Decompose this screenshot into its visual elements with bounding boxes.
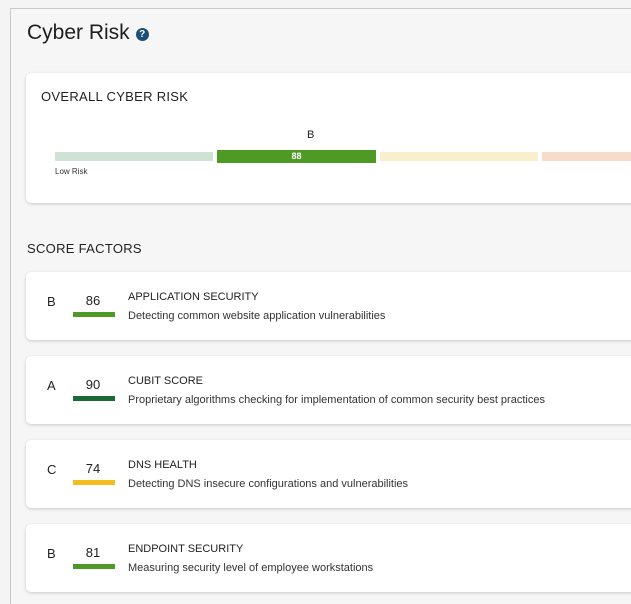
factor-description: Measuring security level of employee wor… <box>128 562 374 574</box>
factor-description: Detecting common website application vul… <box>128 310 386 322</box>
factor-name: DNS HEALTH <box>128 459 197 471</box>
overall-risk-card: OVERALL CYBER RISK B 88 Low Risk <box>26 73 631 203</box>
factor-score: 81 <box>85 545 101 560</box>
low-risk-label: Low Risk <box>55 167 88 176</box>
factor-score-bar <box>73 564 115 569</box>
page-title-row: Cyber Risk ? <box>27 21 149 45</box>
factor-card-dns-health[interactable]: C 74 DNS HEALTH Detecting DNS insecure c… <box>26 440 631 508</box>
factor-score: 86 <box>85 293 101 308</box>
factor-score: 74 <box>85 461 101 476</box>
factor-grade: B <box>47 294 56 309</box>
factor-card-application-security[interactable]: B 86 APPLICATION SECURITY Detecting comm… <box>26 272 631 340</box>
factor-card-cubit-score[interactable]: A 90 CUBIT SCORE Proprietary algorithms … <box>26 356 631 424</box>
factor-score-bar <box>73 396 115 401</box>
overall-score: 88 <box>291 151 302 161</box>
page-title: Cyber Risk <box>27 21 130 44</box>
factor-name: CUBIT SCORE <box>128 375 203 387</box>
overall-risk-label: OVERALL CYBER RISK <box>41 89 189 104</box>
overall-grade: B <box>307 129 315 141</box>
help-icon[interactable]: ? <box>135 28 149 41</box>
factor-grade: C <box>47 462 57 477</box>
risk-scale-medium-segment <box>380 152 538 161</box>
factor-name: APPLICATION SECURITY <box>128 291 259 303</box>
factor-score: 90 <box>85 377 101 392</box>
cyber-risk-panel: Cyber Risk ? OVERALL CYBER RISK B 88 Low… <box>10 8 631 604</box>
risk-scale-high-segment <box>542 152 631 161</box>
factor-grade: B <box>47 546 56 561</box>
risk-scale-low-segment <box>55 152 213 161</box>
factor-grade: A <box>47 378 56 393</box>
score-factors-title: SCORE FACTORS <box>27 241 142 256</box>
factor-score-bar <box>73 312 115 317</box>
factor-description: Proprietary algorithms checking for impl… <box>128 394 545 406</box>
factor-name: ENDPOINT SECURITY <box>128 543 244 555</box>
factor-card-endpoint-security[interactable]: B 81 ENDPOINT SECURITY Measuring securit… <box>26 524 631 592</box>
factor-score-bar <box>73 480 115 485</box>
factor-description: Detecting DNS insecure configurations an… <box>128 478 409 490</box>
